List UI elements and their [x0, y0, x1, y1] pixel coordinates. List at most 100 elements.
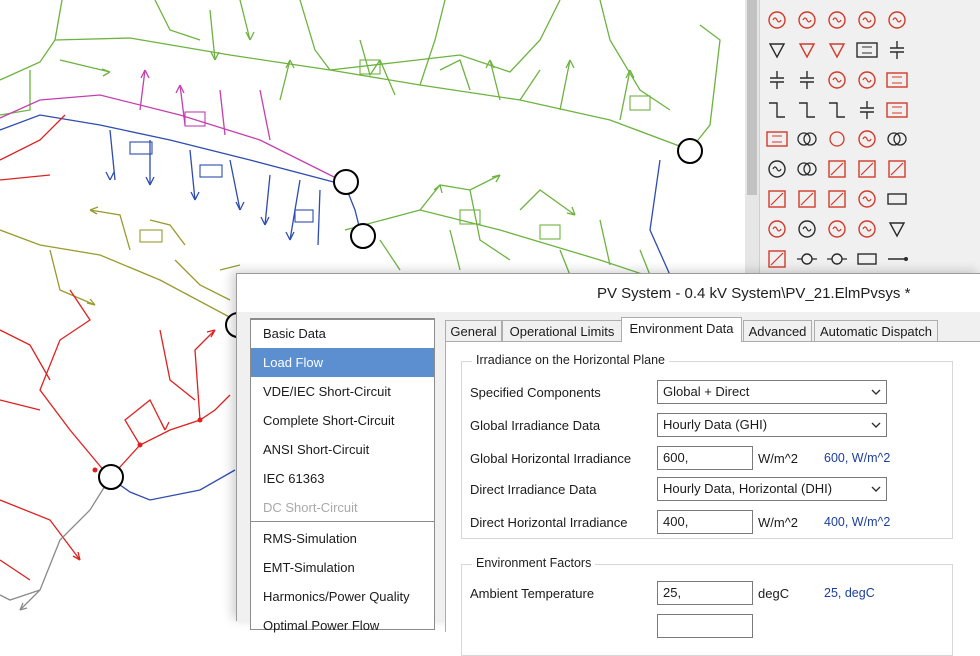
synchronous-machine-icon[interactable]	[768, 160, 786, 178]
breaker-icon[interactable]	[829, 102, 845, 118]
rlc-icon[interactable]	[886, 102, 908, 118]
tab-automatic-dispatch[interactable]: Automatic Dispatch	[814, 320, 938, 342]
pv-unit-icon[interactable]	[139, 229, 163, 243]
pv-unit-icon[interactable]	[184, 111, 206, 127]
magenta-feeder[interactable]	[0, 69, 341, 181]
load-arrow-icon[interactable]	[101, 68, 111, 77]
load-arrow-icon[interactable]	[245, 31, 255, 41]
global-horizontal-irradiance-unit: W/m^2	[758, 451, 799, 466]
tab-environment-data[interactable]: Environment Data	[621, 317, 742, 342]
dc-source-icon[interactable]	[768, 220, 786, 238]
load-arrow-icon[interactable]	[235, 201, 245, 211]
gray-feeder[interactable]	[0, 477, 111, 611]
nav-item-optimal-power-flow[interactable]: Optimal Power Flow	[251, 611, 434, 640]
nav-item-emt-simulation[interactable]: EMT-Simulation	[251, 553, 434, 582]
nav-separator	[251, 319, 434, 320]
fuse-icon[interactable]	[799, 102, 815, 118]
tab-operational-limits[interactable]: Operational Limits	[502, 320, 622, 342]
pv-icon[interactable]	[768, 190, 786, 208]
load-arrow-icon[interactable]	[565, 59, 575, 69]
red-feeder[interactable]	[0, 114, 231, 581]
node-dot[interactable]	[197, 417, 203, 423]
node-dot[interactable]	[92, 467, 98, 473]
tab-advanced[interactable]: Advanced	[743, 320, 812, 342]
load-triangle-icon[interactable]	[768, 43, 786, 59]
generator-icon[interactable]	[828, 71, 846, 89]
pv-unit-icon[interactable]	[129, 141, 153, 155]
ambient-temperature-input[interactable]: 25,	[657, 581, 753, 605]
pv-unit-icon[interactable]	[539, 224, 561, 240]
palette-scrollbar[interactable]	[745, 0, 760, 290]
pv-unit-icon[interactable]	[359, 59, 381, 75]
nav-item-ansi-short-circuit[interactable]: ANSI Short-Circuit	[251, 435, 434, 464]
capacitor-icon[interactable]	[860, 101, 874, 119]
pv-system-dialog: PV System - 0.4 kV System\PV_21.ElmPvsys…	[236, 273, 980, 656]
specified-components-select[interactable]: Global + Direct	[657, 380, 887, 404]
static-generator-icon[interactable]	[858, 71, 876, 89]
nav-item-iec-61363[interactable]: IEC 61363	[251, 464, 434, 493]
load-triangle-icon[interactable]	[888, 222, 906, 238]
pv-unit-icon[interactable]	[629, 95, 651, 111]
lv-load-icon[interactable]	[828, 43, 846, 59]
line-icon[interactable]	[888, 257, 908, 261]
pv-unit-icon[interactable]	[294, 209, 314, 223]
mv-load-icon[interactable]	[798, 43, 816, 59]
ac-dc-source-icon[interactable]	[888, 11, 906, 29]
olive-feeder[interactable]	[0, 209, 241, 321]
motor-icon[interactable]	[858, 130, 876, 148]
load-arrow-icon[interactable]	[160, 421, 170, 431]
load-arrow-icon[interactable]	[285, 231, 295, 241]
terminal-node[interactable]	[677, 138, 703, 164]
rectangle-icon[interactable]	[857, 253, 877, 265]
direct-irradiance-data-select[interactable]: Hourly Data, Horizontal (DHI)	[657, 477, 887, 501]
transformer-icon[interactable]	[797, 132, 817, 146]
shunt-icon[interactable]	[800, 71, 814, 89]
measurement-icon[interactable]	[828, 220, 846, 238]
busbar-icon[interactable]	[887, 193, 907, 205]
palette-scroll-thumb[interactable]	[747, 0, 757, 195]
nav-item-basic-data[interactable]: Basic Data	[251, 319, 434, 348]
three-winding-transformer-icon[interactable]	[887, 132, 907, 146]
ground-icon[interactable]	[890, 41, 904, 59]
node-dot[interactable]	[137, 442, 143, 448]
surge-arrester-icon[interactable]	[829, 131, 845, 147]
nav-item-vde-iec-short-circuit[interactable]: VDE/IEC Short-Circuit	[251, 377, 434, 406]
pv-icon[interactable]	[828, 160, 846, 178]
terminal-node[interactable]	[350, 223, 376, 249]
loop-icon[interactable]	[797, 162, 817, 176]
pv-unit-icon[interactable]	[199, 164, 223, 178]
ac-source-icon[interactable]	[858, 11, 876, 29]
voltage-meter-icon[interactable]	[798, 220, 816, 238]
nav-item-complete-short-circuit[interactable]: Complete Short-Circuit	[251, 406, 434, 435]
node-icon[interactable]	[827, 253, 847, 265]
voltage-source-icon[interactable]	[768, 11, 786, 29]
terminal-node[interactable]	[98, 464, 124, 490]
inverter-icon[interactable]	[828, 190, 846, 208]
capacitor-icon[interactable]	[770, 71, 784, 89]
direct-horizontal-irradiance-readout: 400, W/m^2	[824, 515, 891, 529]
pv-icon[interactable]	[858, 160, 876, 178]
tab-general[interactable]: General	[445, 320, 502, 342]
load-arrow-icon[interactable]	[105, 171, 115, 181]
next-field-input[interactable]	[657, 614, 753, 638]
svs-icon[interactable]	[886, 72, 908, 88]
dialog-titlebar[interactable]: PV System - 0.4 kV System\PV_21.ElmPvsys…	[237, 274, 980, 312]
terminal-icon[interactable]	[797, 253, 817, 265]
global-horizontal-irradiance-input[interactable]: 600,	[657, 446, 753, 470]
direct-horizontal-irradiance-input[interactable]: 400,	[657, 510, 753, 534]
current-source-icon[interactable]	[798, 11, 816, 29]
nav-item-harmonics-power-quality[interactable]: Harmonics/Power Quality	[251, 582, 434, 611]
filter-icon[interactable]	[768, 250, 786, 268]
terminal-node[interactable]	[333, 169, 359, 195]
nav-item-rms-simulation[interactable]: RMS-Simulation	[251, 524, 434, 553]
unknown-load-icon[interactable]	[856, 42, 878, 58]
measurement-icon[interactable]	[858, 220, 876, 238]
nav-item-load-flow[interactable]: Load Flow	[251, 348, 434, 377]
switch-icon[interactable]	[769, 102, 785, 118]
ac-source-icon[interactable]	[828, 11, 846, 29]
global-irradiance-data-select[interactable]: Hourly Data (GHI)	[657, 413, 887, 437]
pv-icon[interactable]	[798, 190, 816, 208]
impedance-icon[interactable]	[766, 131, 788, 147]
motor-icon[interactable]	[858, 190, 876, 208]
pv-icon[interactable]	[888, 160, 906, 178]
